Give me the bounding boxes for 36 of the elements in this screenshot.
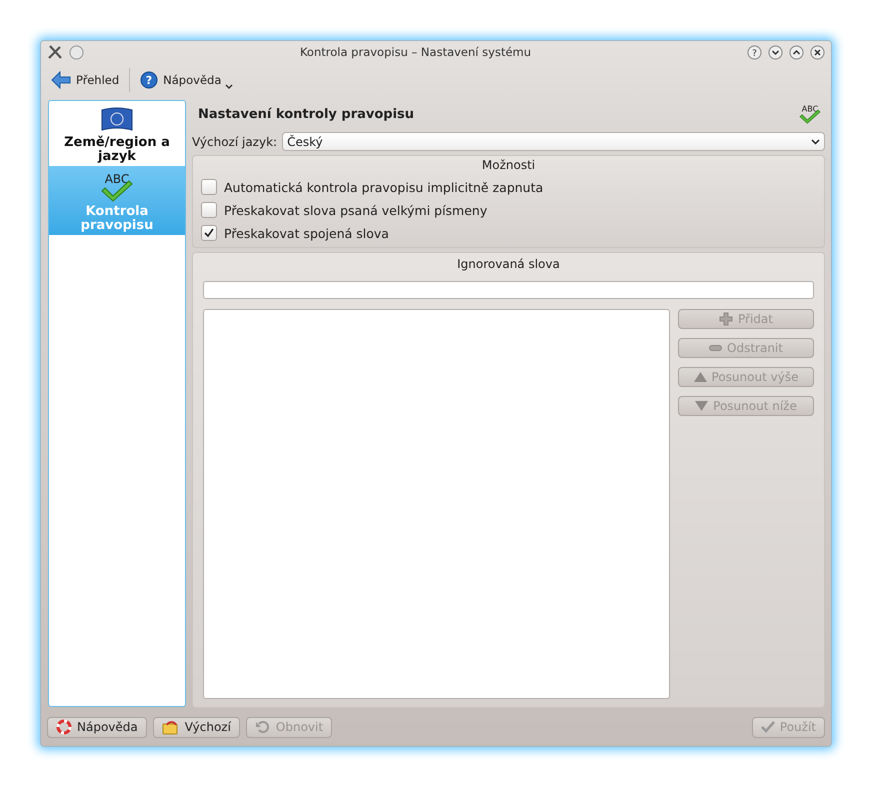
checkbox-label: Automatická kontrola pravopisu implicitně zapnuta <box>224 180 544 194</box>
checkbox[interactable] <box>201 225 217 241</box>
undo-folder-icon <box>162 719 180 735</box>
help-button[interactable]: ? Nápověda <box>136 68 226 90</box>
check-icon <box>760 721 775 733</box>
word-input-field[interactable] <box>203 281 814 299</box>
checkbox[interactable] <box>201 202 217 218</box>
lifebuoy-icon <box>56 719 72 735</box>
maximize-button[interactable] <box>789 44 804 60</box>
back-arrow-icon <box>51 70 71 88</box>
minus-icon <box>709 345 722 351</box>
window-title: Kontrola pravopisu – Nastavení systému <box>298 45 532 59</box>
help-icon: ? <box>140 70 158 88</box>
chevron-down-icon <box>811 138 820 144</box>
group-title: Možnosti <box>480 158 536 172</box>
dialog-button[interactable]: Výchozí <box>152 716 240 738</box>
checkmark-icon <box>204 228 214 238</box>
overview-button[interactable]: Přehled <box>47 68 124 90</box>
checkbox-label: Přeskakovat slova psaná velkými písmeny <box>224 202 488 218</box>
checkbox[interactable] <box>201 179 217 195</box>
down-triangle-icon <box>695 401 708 411</box>
close-button[interactable] <box>810 44 825 60</box>
reset-icon <box>254 720 271 734</box>
dialog-button[interactable]: Nápověda <box>47 716 147 738</box>
minimize-button[interactable] <box>768 44 783 60</box>
language-label: Výchozí jazyk: <box>192 134 278 148</box>
sidebar-item[interactable]: Země/region a jazyk <box>49 101 185 166</box>
plus-icon <box>719 312 734 326</box>
flag-icon <box>101 107 133 133</box>
sidebar-item[interactable]: ABC Kontrola pravopisu <box>49 166 185 235</box>
help-button[interactable]: ? <box>747 44 762 60</box>
up-triangle-icon <box>694 372 707 382</box>
group-title: Ignorovaná slova <box>456 257 561 271</box>
page-title: Nastavení kontroly pravopisu <box>198 106 414 122</box>
language-dropdown[interactable]: Český <box>282 132 825 151</box>
checkbox-label: Přeskakovat spojená slova <box>224 226 389 240</box>
